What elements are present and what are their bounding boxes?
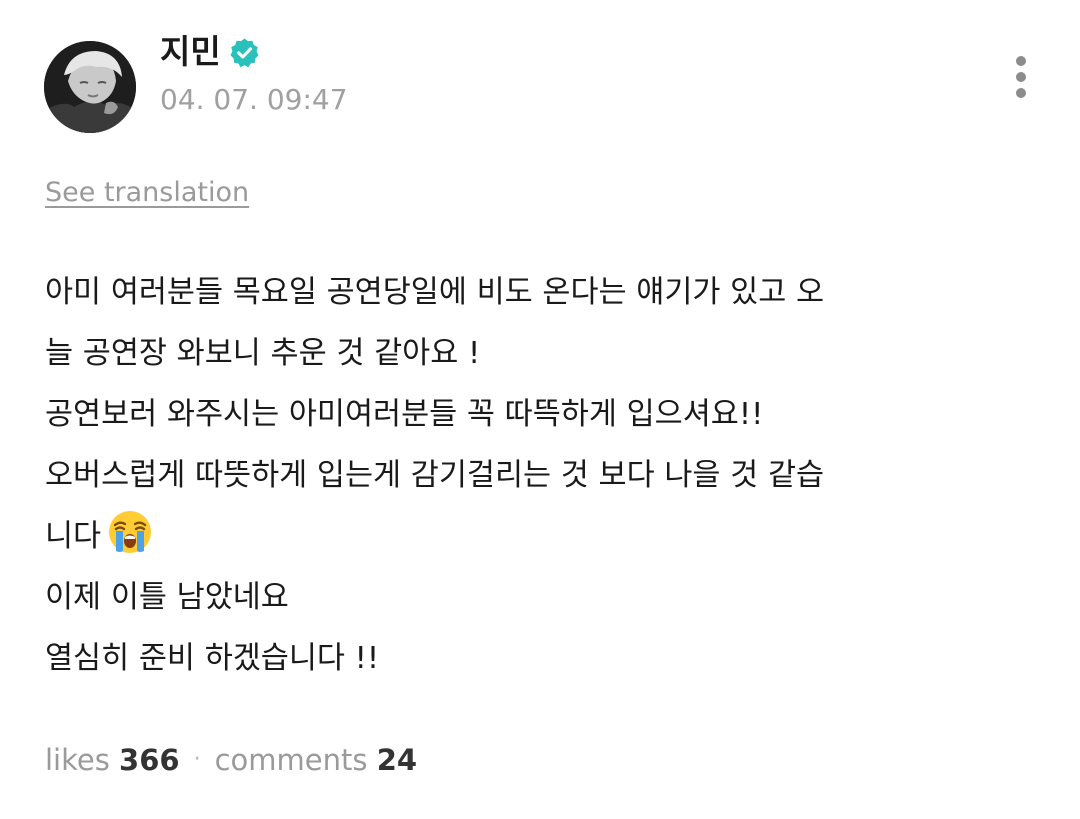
- comments-label: comments: [214, 743, 368, 777]
- post-stats: likes 366 · comments 24: [45, 740, 417, 780]
- likes-stat[interactable]: likes 366: [45, 743, 180, 777]
- body-line-with-emoji: 니다: [45, 506, 1045, 567]
- body-line: 오버스럽게 따뜻하게 입는게 감기걸리는 것 보다 나을 것 같습: [45, 458, 825, 493]
- stats-separator: ·: [193, 747, 201, 772]
- more-options-button[interactable]: [1004, 52, 1038, 102]
- author-name[interactable]: 지민: [160, 30, 221, 74]
- more-vertical-icon-dot: [1016, 88, 1026, 98]
- body-line: 이제 이틀 남았네요: [45, 580, 289, 615]
- comments-count: 24: [376, 743, 418, 777]
- see-translation-link[interactable]: See translation: [45, 174, 249, 212]
- post-timestamp: 04. 07. 09:47: [160, 83, 348, 116]
- likes-label: likes: [45, 743, 110, 777]
- avatar[interactable]: [44, 41, 136, 133]
- likes-count: 366: [119, 743, 180, 777]
- verified-badge-icon: [230, 38, 259, 68]
- profile-photo: [44, 41, 136, 133]
- body-line: 공연보러 와주시는 아미여러분들 꼭 따뜩하게 입으셔요!!: [45, 397, 764, 432]
- body-line: 열심히 준비 하겠습니다 !!: [45, 641, 380, 676]
- comments-stat[interactable]: comments 24: [215, 743, 417, 777]
- body-line-text: 니다: [45, 519, 102, 554]
- post-body: 아미 여러분들 목요일 공연당일에 비도 온다는 얘기가 있고 오 늘 공연장 …: [45, 262, 1045, 689]
- more-vertical-icon: [1016, 56, 1026, 66]
- body-line: 아미 여러분들 목요일 공연당일에 비도 온다는 얘기가 있고 오: [45, 275, 825, 310]
- body-line: 늘 공연장 와보니 추운 것 같아요 !: [45, 336, 481, 371]
- post-card: 지민 04. 07. 09:47 See translation 아미 여러분들…: [0, 0, 1080, 819]
- loudly-crying-face-emoji-icon: [109, 511, 152, 553]
- more-vertical-icon-dot: [1016, 72, 1026, 82]
